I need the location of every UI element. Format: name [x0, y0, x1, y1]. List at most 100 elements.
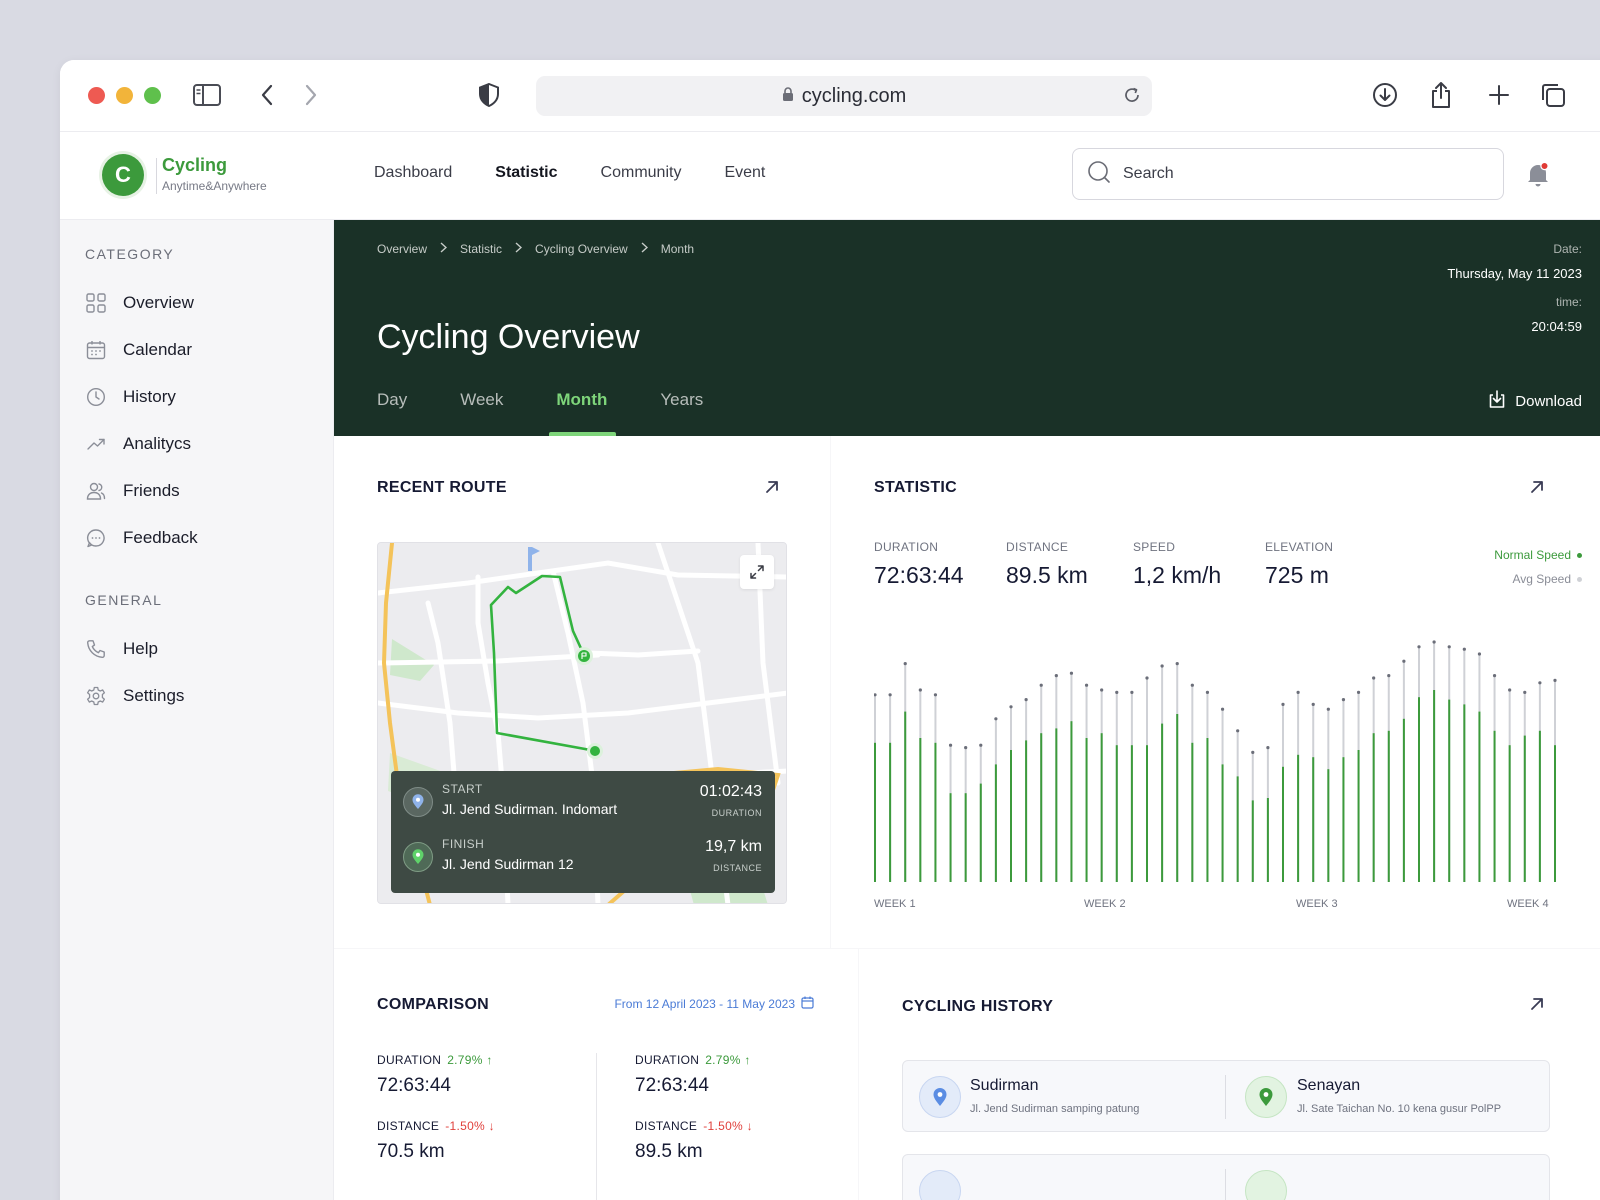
history-item[interactable] [902, 1154, 1550, 1200]
speed-bar[interactable] [1492, 674, 1497, 882]
speed-bar[interactable] [994, 717, 998, 882]
forward-icon[interactable] [296, 80, 326, 110]
search-input[interactable] [1123, 165, 1463, 183]
breadcrumb-month[interactable]: Month [661, 242, 694, 256]
tab-day[interactable]: Day [377, 390, 407, 436]
nav-dashboard[interactable]: Dashboard [374, 164, 452, 182]
normal-speed-bar [1085, 738, 1088, 882]
speed-bar[interactable] [1508, 688, 1512, 882]
expand-map-button[interactable] [740, 555, 774, 589]
tab-week[interactable]: Week [460, 390, 503, 436]
breadcrumb-cycling-overview[interactable]: Cycling Overview [535, 242, 628, 256]
speed-bar[interactable] [1372, 676, 1376, 882]
speed-bar[interactable] [948, 743, 953, 882]
speed-bar[interactable] [1251, 750, 1255, 882]
speed-bar[interactable] [1100, 688, 1104, 882]
speed-bar[interactable] [1220, 707, 1225, 882]
speed-bar[interactable] [903, 662, 907, 882]
speed-bar[interactable] [1311, 702, 1315, 882]
speed-bar[interactable] [1402, 659, 1406, 882]
sidebar-item-settings[interactable]: Settings [85, 681, 184, 711]
speed-bar[interactable] [1432, 640, 1436, 882]
sidebar-toggle-icon[interactable] [192, 80, 222, 110]
sidebar-item-calendar[interactable]: Calendar [85, 335, 192, 365]
avg-speed-marker [1009, 705, 1013, 709]
sidebar-item-label: Analitycs [123, 434, 192, 453]
speed-bar[interactable] [1130, 690, 1134, 882]
duration-value: 72:63:44 [635, 1075, 709, 1096]
sidebar-item-analytics[interactable]: Analitycs [85, 429, 191, 459]
speed-bar[interactable] [1084, 683, 1089, 882]
speed-bar[interactable] [1523, 690, 1527, 882]
speed-bar[interactable] [874, 693, 877, 882]
route-map[interactable]: START Jl. Jend Sudirman. Indomart 01:02:… [377, 542, 787, 904]
speed-bar[interactable] [1538, 681, 1542, 882]
sidebar-item-friends[interactable]: Friends [85, 476, 180, 506]
download-icon[interactable] [1370, 80, 1400, 110]
speed-bar[interactable] [888, 693, 892, 882]
speed-bar[interactable] [1024, 698, 1028, 882]
new-tab-icon[interactable] [1484, 80, 1514, 110]
speed-bar[interactable] [1387, 674, 1391, 882]
speed-bar[interactable] [1417, 645, 1421, 882]
speed-bar[interactable] [1009, 705, 1013, 882]
back-icon[interactable] [252, 80, 282, 110]
speed-bar[interactable] [933, 693, 938, 882]
close-window-button[interactable] [88, 87, 105, 104]
speed-bar[interactable] [1296, 690, 1300, 882]
nav-community[interactable]: Community [601, 164, 682, 182]
speed-bar[interactable] [1145, 676, 1149, 882]
speed-bar[interactable] [1447, 645, 1451, 882]
tab-month[interactable]: Month [549, 390, 617, 436]
speed-bar[interactable] [1069, 671, 1074, 882]
speed-bar[interactable] [1205, 690, 1210, 882]
download-button[interactable]: Download [1487, 389, 1582, 413]
tab-years[interactable]: Years [660, 390, 703, 436]
reload-icon[interactable] [1122, 85, 1142, 111]
breadcrumb-statistic[interactable]: Statistic [460, 242, 502, 256]
speed-bar[interactable] [1281, 702, 1285, 882]
speed-bar[interactable] [1341, 698, 1346, 882]
history-item[interactable]: Sudirman Jl. Jend Sudirman samping patun… [902, 1060, 1550, 1132]
speed-bar[interactable] [964, 746, 968, 882]
sidebar-item-history[interactable]: History [85, 382, 176, 412]
speed-bar[interactable] [918, 688, 922, 882]
speed-bar[interactable] [979, 743, 983, 882]
sidebar-item-help[interactable]: Help [85, 634, 158, 664]
speed-bar[interactable] [1236, 729, 1240, 882]
nav-statistic[interactable]: Statistic [495, 164, 557, 182]
speed-bar[interactable] [1039, 683, 1043, 882]
sidebar-item-overview[interactable]: Overview [85, 288, 194, 318]
speed-bar[interactable] [1553, 678, 1557, 882]
speed-bar[interactable] [1462, 647, 1466, 882]
arrow-up-right-icon[interactable] [762, 477, 782, 497]
tabs-overview-icon[interactable] [1538, 80, 1568, 110]
search-box[interactable] [1072, 148, 1504, 200]
minimize-window-button[interactable] [116, 87, 133, 104]
shield-icon[interactable] [474, 80, 504, 110]
calendar-icon [85, 339, 107, 361]
notification-bell-icon[interactable] [1526, 161, 1550, 193]
arrow-up-right-icon[interactable] [1527, 994, 1547, 1014]
speed-bar[interactable] [1326, 707, 1330, 882]
speed-bar[interactable] [1190, 683, 1194, 882]
speed-bar[interactable] [1160, 664, 1164, 882]
maximize-window-button[interactable] [144, 87, 161, 104]
speed-bar[interactable] [1115, 690, 1119, 882]
speed-bar[interactable] [1356, 690, 1361, 882]
sidebar-item-feedback[interactable]: Feedback [85, 523, 198, 553]
speed-bar[interactable] [1054, 674, 1058, 882]
address-bar[interactable]: cycling.com [536, 76, 1152, 116]
speed-bar[interactable] [1477, 652, 1482, 882]
breadcrumb-overview[interactable]: Overview [377, 242, 427, 256]
date-range-picker[interactable]: From 12 April 2023 - 11 May 2023 [614, 996, 814, 1012]
period-tabs: Day Week Month Years [377, 390, 756, 436]
nav-event[interactable]: Event [724, 164, 765, 182]
arrow-up-right-icon[interactable] [1527, 477, 1547, 497]
location-pin-icon [1245, 1170, 1287, 1200]
speed-bar[interactable] [1266, 746, 1270, 882]
speed-bar[interactable] [1175, 662, 1179, 882]
app-logo[interactable]: C [102, 154, 144, 196]
share-icon[interactable] [1426, 80, 1456, 110]
normal-speed-bar [904, 711, 907, 882]
